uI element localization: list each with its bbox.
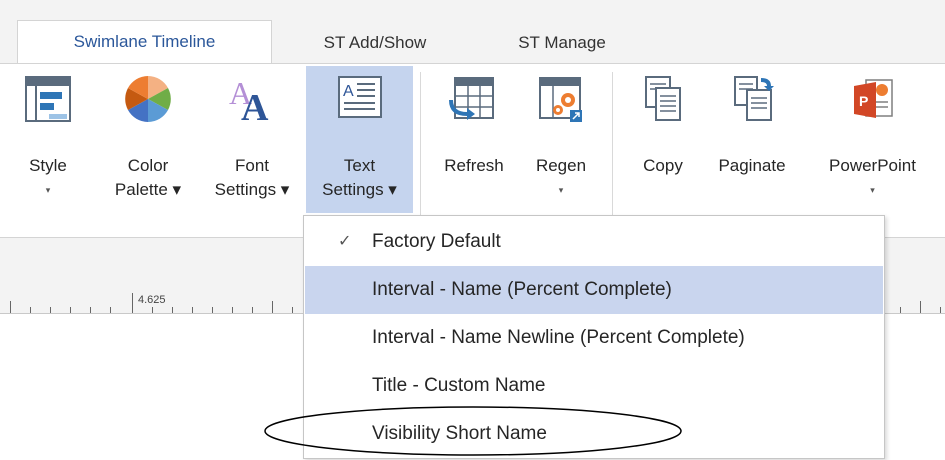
tab-swimlane-timeline[interactable]: Swimlane Timeline bbox=[17, 20, 272, 65]
paginate-button[interactable]: Paginate bbox=[702, 70, 802, 210]
tab-st-add-show[interactable]: ST Add/Show bbox=[290, 22, 460, 63]
regen-dropdown-arrow: ▾ bbox=[558, 185, 564, 195]
ribbon-tab-bar: Swimlane Timeline ST Add/Show ST Manage bbox=[0, 0, 945, 65]
menu-item-interval-name-newline-percent[interactable]: Interval - Name Newline (Percent Complet… bbox=[305, 314, 883, 362]
paginate-label: Paginate bbox=[718, 156, 786, 175]
font-icon: A A bbox=[229, 75, 269, 124]
powerpoint-dropdown-arrow: ▾ bbox=[870, 185, 875, 195]
style-dropdown-arrow: ▾ bbox=[45, 185, 51, 195]
paginate-icon bbox=[734, 76, 774, 121]
menu-item-label: Visibility Short Name bbox=[372, 423, 547, 444]
font-settings-label-line1: Font bbox=[234, 156, 270, 175]
menu-item-interval-name-percent[interactable]: Interval - Name (Percent Complete) bbox=[305, 266, 883, 314]
menu-item-visibility-short-name[interactable]: Visibility Short Name bbox=[305, 410, 883, 458]
text-settings-label-line1: Text bbox=[343, 156, 376, 175]
powerpoint-label: PowerPoint bbox=[829, 156, 916, 175]
powerpoint-icon: P bbox=[853, 79, 893, 118]
text-settings-label-line2: Settings ▾ bbox=[322, 180, 397, 199]
color-wheel-icon bbox=[125, 76, 171, 122]
color-palette-label-line2: Palette ▾ bbox=[114, 180, 182, 199]
text-settings-dropdown-menu: ✓ Factory Default Interval - Name (Perce… bbox=[303, 215, 885, 459]
checkmark-icon: ✓ bbox=[338, 233, 352, 250]
color-palette-label-line1: Color bbox=[127, 156, 169, 175]
regen-button[interactable]: Regen ▾ bbox=[522, 70, 600, 210]
gantt-style-icon bbox=[25, 76, 71, 122]
svg-text:A: A bbox=[241, 87, 269, 124]
text-box-icon: A bbox=[337, 76, 382, 118]
ruler-label: 4.625 bbox=[138, 294, 166, 306]
copy-button[interactable]: Copy bbox=[628, 70, 698, 210]
menu-item-label: Factory Default bbox=[372, 231, 501, 252]
menu-item-label: Interval - Name (Percent Complete) bbox=[372, 279, 672, 300]
refresh-button[interactable]: Refresh bbox=[430, 70, 518, 210]
font-settings-label-line2: Settings ▾ bbox=[214, 180, 290, 199]
svg-text:A: A bbox=[343, 83, 354, 100]
svg-text:P: P bbox=[859, 93, 868, 109]
color-palette-button[interactable]: Color Palette ▾ bbox=[98, 70, 198, 210]
style-button[interactable]: Style ▾ bbox=[18, 70, 78, 210]
menu-item-factory-default[interactable]: ✓ Factory Default bbox=[305, 218, 883, 266]
menu-item-title-custom-name[interactable]: Title - Custom Name bbox=[305, 362, 883, 410]
tab-st-manage[interactable]: ST Manage bbox=[492, 22, 632, 63]
ribbon-group-separator bbox=[612, 72, 613, 222]
style-label: Style bbox=[29, 156, 67, 175]
copy-icon bbox=[645, 76, 681, 121]
regen-gear-icon bbox=[539, 77, 582, 122]
menu-item-label: Title - Custom Name bbox=[372, 375, 546, 396]
refresh-grid-icon bbox=[449, 77, 494, 120]
text-settings-button[interactable]: A Text Settings ▾ bbox=[306, 66, 413, 213]
regen-label: Regen bbox=[535, 156, 587, 175]
powerpoint-button[interactable]: P PowerPoint ▾ bbox=[810, 70, 935, 210]
menu-item-label: Interval - Name Newline (Percent Complet… bbox=[372, 327, 745, 348]
ribbon-group-separator bbox=[420, 72, 421, 222]
refresh-label: Refresh bbox=[444, 156, 504, 175]
copy-label: Copy bbox=[643, 156, 683, 175]
font-settings-button[interactable]: A A Font Settings ▾ bbox=[198, 70, 306, 210]
